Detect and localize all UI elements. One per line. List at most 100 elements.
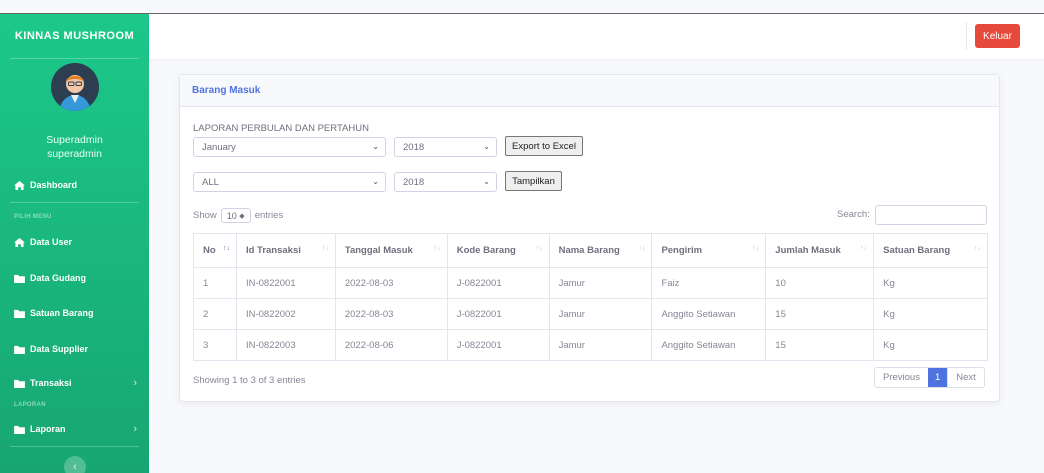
sort-icon: ↑↓ <box>860 245 868 252</box>
sort-icon: ↑↓ <box>752 245 760 252</box>
nav-heading-laporan: LAPORAN <box>14 402 46 408</box>
table-cell: IN-0822001 <box>235 267 336 299</box>
chevron-right-icon: › <box>133 423 137 435</box>
table-row: 3 IN-0822003 2022-08-06 J-0822001 Jamur … <box>193 329 988 361</box>
sidebar-item-label: Transaksi <box>30 378 72 388</box>
table-cell: 2 <box>193 298 237 330</box>
year-select-2-value: 2018 <box>403 176 425 188</box>
previous-page-button[interactable]: Previous <box>875 368 928 387</box>
sidebar-item-transaksi[interactable]: Transaksi › <box>14 377 139 389</box>
sidebar-item-satuan-barang[interactable]: Satuan Barang <box>14 308 139 318</box>
table-cell: J-0822001 <box>446 329 550 361</box>
sidebar-toggle-button[interactable]: ‹ <box>64 456 86 473</box>
sidebar-divider <box>10 58 139 59</box>
table-cell: 2022-08-06 <box>334 329 448 361</box>
chevron-down-icon: ⌄ <box>483 142 490 151</box>
user-avatar-icon <box>50 63 99 111</box>
card-title: Barang Masuk <box>180 75 999 107</box>
table-cell: Anggito Setiawan <box>651 298 767 330</box>
month-select-value: January <box>202 141 236 153</box>
entries-select[interactable]: 10 ◆ <box>220 208 251 223</box>
sidebar: KINNAS MUSHROOM Superadmin superadmin Da… <box>0 14 149 473</box>
sidebar-item-laporan[interactable]: Laporan › <box>14 423 139 435</box>
year-select-value: 2018 <box>403 141 425 153</box>
sidebar-item-dashboard[interactable]: Dashboard <box>14 180 139 190</box>
report-label: LAPORAN PERBULAN DAN PERTAHUN <box>193 123 369 134</box>
table-cell: Faiz <box>651 267 767 299</box>
column-header-pengirim[interactable]: Pengirim ↑↓ <box>651 233 767 268</box>
table-cell: Kg <box>873 267 988 299</box>
table-cell: 3 <box>193 329 237 361</box>
sidebar-item-label: Satuan Barang <box>30 308 94 318</box>
table-cell: Anggito Setiawan <box>651 329 767 361</box>
home-icon <box>14 237 25 247</box>
logout-button[interactable]: Keluar <box>975 24 1020 48</box>
sidebar-item-data-gudang[interactable]: Data Gudang <box>14 273 139 283</box>
user-info: Superadmin superadmin <box>0 133 149 161</box>
table-cell: Jamur <box>548 267 653 299</box>
column-header-tanggal-masuk[interactable]: Tanggal Masuk ↑↓ <box>334 233 448 268</box>
pagination: Previous 1 Next <box>874 367 985 388</box>
table-cell: J-0822001 <box>446 267 550 299</box>
sort-icon: ↑↓ <box>321 245 329 252</box>
entries-select-value: 10 <box>226 210 237 221</box>
filter-select[interactable]: ALL ⌄ <box>193 172 386 192</box>
search-label: Search: <box>837 209 870 220</box>
chevron-left-icon: ‹ <box>73 461 77 473</box>
search-input[interactable] <box>875 205 987 225</box>
table-cell: 2022-08-03 <box>334 267 448 299</box>
column-header-id-transaksi[interactable]: Id Transaksi ↑↓ <box>235 233 336 268</box>
sidebar-divider <box>10 446 139 447</box>
column-header-kode-barang[interactable]: Kode Barang ↑↓ <box>446 233 550 268</box>
column-header-no[interactable]: No ↑↓ <box>193 233 237 268</box>
chevron-down-icon: ⌄ <box>483 177 490 186</box>
tampilkan-button[interactable]: Tampilkan <box>505 171 562 191</box>
column-header-jumlah-masuk[interactable]: Jumlah Masuk ↑↓ <box>765 233 875 268</box>
table-row: 1 IN-0822001 2022-08-03 J-0822001 Jamur … <box>193 267 988 299</box>
table-cell: Jamur <box>548 298 653 330</box>
export-excel-button[interactable]: Export to Excel <box>505 136 583 156</box>
month-select[interactable]: January ⌄ <box>193 137 386 157</box>
data-table: No ↑↓ Id Transaksi ↑↓ Tanggal Masuk ↑↓ Kode… <box>193 233 988 361</box>
year-select-2[interactable]: 2018 ⌄ <box>394 172 497 192</box>
page-1-button[interactable]: 1 <box>927 368 948 387</box>
user-display-name: Superadmin <box>46 134 103 146</box>
folder-icon <box>14 345 25 354</box>
folder-icon <box>14 379 25 388</box>
table-row: 2 IN-0822002 2022-08-03 J-0822001 Jamur … <box>193 298 988 330</box>
show-entries: Show 10 ◆ entries <box>193 208 283 223</box>
sidebar-item-label: Laporan <box>30 424 66 434</box>
sort-icon: ↑↓ <box>974 245 981 252</box>
table-cell: 15 <box>765 298 875 330</box>
sort-icon: ↑↓ <box>222 245 230 252</box>
table-cell: 2022-08-03 <box>334 298 448 330</box>
table-cell: 10 <box>765 267 875 299</box>
barang-masuk-card: Barang Masuk LAPORAN PERBULAN DAN PERTAH… <box>179 74 1000 402</box>
show-entries-suffix: entries <box>254 210 284 221</box>
brand-title[interactable]: KINNAS MUSHROOM <box>0 14 149 58</box>
year-select[interactable]: 2018 ⌄ <box>394 137 497 157</box>
folder-icon <box>14 309 25 318</box>
column-header-nama-barang[interactable]: Nama Barang ↑↓ <box>548 233 653 268</box>
sort-icon: ↑↓ <box>535 245 543 252</box>
sidebar-item-data-supplier[interactable]: Data Supplier <box>14 344 139 354</box>
table-cell: IN-0822002 <box>235 298 336 330</box>
show-entries-prefix: Show <box>193 210 217 221</box>
table-cell: Jamur <box>548 329 653 361</box>
table-cell: J-0822001 <box>446 298 550 330</box>
column-header-satuan-barang[interactable]: Satuan Barang ↑↓ <box>873 233 988 268</box>
next-page-button[interactable]: Next <box>947 368 984 387</box>
table-cell: 15 <box>765 329 875 361</box>
sidebar-item-data-user[interactable]: Data User <box>14 237 139 247</box>
filter-select-value: ALL <box>202 176 219 188</box>
sidebar-item-label: Dashboard <box>30 180 78 190</box>
chevron-right-icon: › <box>133 377 137 389</box>
table-cell: Kg <box>873 329 988 361</box>
sort-icon: ↑↓ <box>433 245 441 252</box>
sort-icon: ↑↓ <box>638 245 646 252</box>
home-icon <box>14 180 25 190</box>
table-info: Showing 1 to 3 of 3 entries <box>193 375 306 386</box>
topbar: Keluar <box>149 14 1044 59</box>
chevron-down-icon: ⌄ <box>372 142 379 151</box>
nav-heading-menu: PILIH MENU <box>14 214 52 220</box>
